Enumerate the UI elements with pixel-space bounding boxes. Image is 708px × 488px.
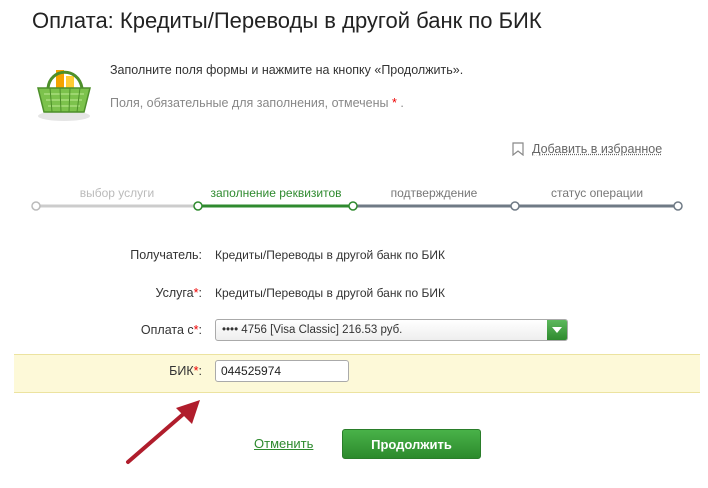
recipient-row: Получатель: Кредиты/Переводы в другой ба… — [0, 240, 708, 270]
cancel-link[interactable]: Отменить — [254, 436, 313, 451]
bik-label: БИК*: — [169, 364, 202, 378]
bookmark-icon — [512, 142, 524, 156]
required-note-end: . — [400, 96, 404, 110]
service-row: Услуга*: Кредиты/Переводы в другой банк … — [0, 278, 708, 308]
bik-input[interactable] — [215, 360, 349, 382]
selected-card: •••• 4756 [Visa Classic] 216.53 руб. — [222, 324, 403, 336]
continue-button[interactable]: Продолжить — [342, 429, 481, 459]
chevron-down-icon — [552, 327, 562, 333]
red-arrow-annotation — [126, 400, 200, 464]
step-select-service: выбор услуги — [79, 186, 155, 200]
recipient-label: Получатель: — [130, 248, 202, 262]
dropdown-button[interactable] — [547, 320, 567, 340]
payment-from-label: Оплата с*: — [140, 323, 202, 337]
payment-from-row: Оплата с*: •••• 4756 [Visa Classic] 216.… — [0, 315, 708, 345]
favorites: Добавить в избранное — [512, 142, 662, 156]
required-star: * — [392, 96, 397, 110]
progress-steps: выбор услуги заполнение реквизитов подтв… — [0, 180, 708, 220]
service-value: Кредиты/Переводы в другой банк по БИК — [215, 286, 446, 300]
payment-source-select[interactable]: •••• 4756 [Visa Classic] 216.53 руб. — [215, 319, 568, 341]
instruction-text: Заполните поля формы и нажмите на кнопку… — [110, 63, 464, 77]
step-confirmation: подтверждение — [390, 186, 478, 200]
required-note: Поля, обязательные для заполнения, отмеч… — [110, 96, 404, 110]
bik-row: БИК*: — [0, 356, 708, 386]
page-title: Оплата: Кредиты/Переводы в другой банк п… — [32, 8, 542, 33]
step-operation-status: статус операции — [550, 186, 644, 200]
step-fill-details: заполнение реквизитов — [210, 186, 342, 200]
add-to-favorites-link[interactable]: Добавить в избранное — [532, 142, 662, 156]
service-label: Услуга*: — [155, 286, 203, 300]
recipient-value: Кредиты/Переводы в другой банк по БИК — [215, 248, 446, 262]
basket-icon — [37, 70, 91, 121]
required-note-text: Поля, обязательные для заполнения, отмеч… — [110, 96, 389, 110]
